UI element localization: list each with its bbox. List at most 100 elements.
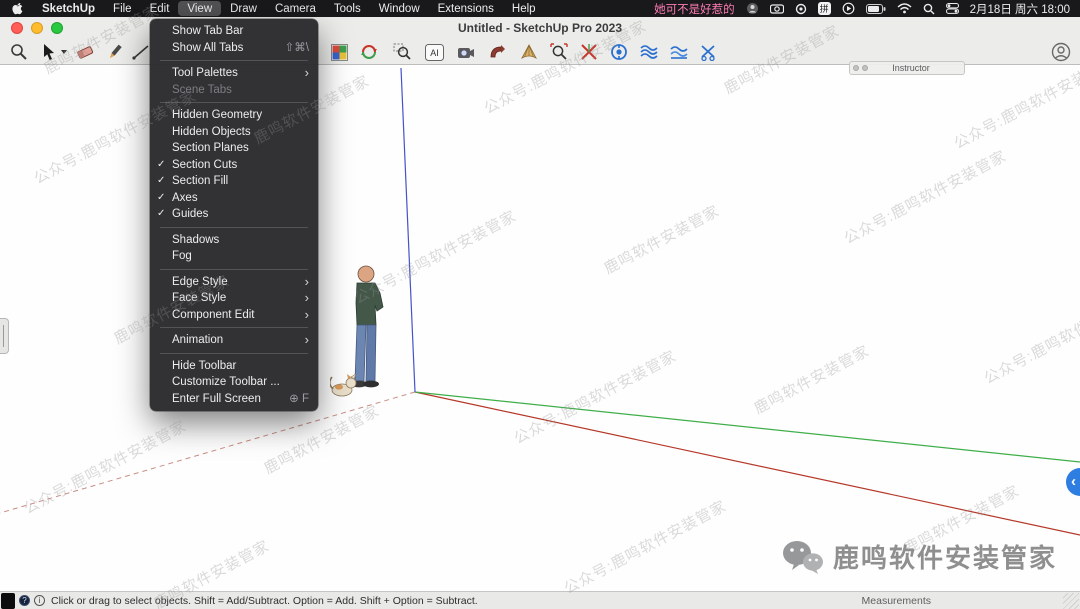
shell-tool-icon[interactable] — [518, 41, 540, 63]
user-circle-icon[interactable] — [746, 2, 759, 15]
menu-item-section-fill[interactable]: ✓Section Fill — [150, 173, 318, 190]
menu-separator — [160, 60, 308, 61]
chevron-left-icon: ‹ — [1071, 473, 1076, 490]
menu-item-guides[interactable]: ✓Guides — [150, 206, 318, 223]
menu-item-enter-full-screen[interactable]: Enter Full Screen⊕ F — [150, 391, 318, 408]
menu-item-hidden-geometry[interactable]: Hidden Geometry — [150, 107, 318, 124]
eraser-tool-icon[interactable] — [74, 41, 96, 63]
instructor-palette[interactable]: Instructor — [849, 61, 965, 75]
submenu-chevron-icon: › — [305, 65, 309, 80]
camera-icon[interactable] — [770, 3, 784, 14]
scale-figure-component[interactable] — [330, 263, 398, 402]
menubar-item-edit[interactable]: Edit — [141, 1, 179, 16]
submenu-chevron-icon: › — [305, 332, 309, 347]
zoom-extents-icon[interactable] — [548, 41, 570, 63]
checkmark-icon: ✓ — [157, 173, 165, 190]
menubar-item-draw[interactable]: Draw — [221, 1, 266, 16]
zoom-tool-icon[interactable] — [8, 41, 30, 63]
axis-red — [415, 392, 1080, 535]
apple-icon — [12, 2, 23, 15]
menu-separator — [160, 353, 308, 354]
position-camera-icon[interactable] — [455, 41, 477, 63]
screen: SketchUp File Edit View Draw Camera Tool… — [0, 0, 1080, 609]
submenu-chevron-icon: › — [305, 290, 309, 305]
shortcut-label: ⇧⌘\ — [285, 40, 309, 57]
axis-blue — [401, 68, 415, 392]
status-bar: ? i Click or drag to select objects. Shi… — [0, 591, 1080, 609]
materials-icon[interactable] — [328, 41, 350, 63]
menu-item-edge-style[interactable]: Edge Style› — [150, 274, 318, 291]
soften-edges-icon-b[interactable] — [668, 41, 690, 63]
soften-edges-icon-a[interactable] — [638, 41, 660, 63]
dark-corner-icon — [1, 593, 15, 609]
zoom-window-button[interactable] — [51, 22, 63, 34]
record-dot-icon[interactable] — [795, 3, 807, 15]
menu-separator — [160, 327, 308, 328]
pencil-tool-icon[interactable] — [104, 41, 126, 63]
menubar-item-extensions[interactable]: Extensions — [429, 1, 503, 16]
follow-me-icon[interactable] — [486, 41, 508, 63]
menubar-item-window[interactable]: Window — [370, 1, 429, 16]
line-tool-icon[interactable] — [130, 41, 152, 63]
menu-item-component-edit[interactable]: Component Edit› — [150, 307, 318, 324]
checkmark-icon: ✓ — [157, 206, 165, 223]
wifi-icon[interactable] — [897, 3, 912, 14]
menu-item-hidden-objects[interactable]: Hidden Objects — [150, 124, 318, 141]
help-icon[interactable]: ? — [19, 595, 30, 606]
select-tool-icon[interactable] — [38, 41, 60, 63]
menu-item-section-cuts[interactable]: ✓Section Cuts — [150, 157, 318, 174]
menu-item-animation[interactable]: Animation› — [150, 332, 318, 349]
menubar-item-help[interactable]: Help — [503, 1, 545, 16]
menu-item-section-planes[interactable]: Section Planes — [150, 140, 318, 157]
submenu-chevron-icon: › — [305, 274, 309, 289]
ai-assistant-icon[interactable]: AI — [423, 41, 445, 63]
menubar-item-camera[interactable]: Camera — [266, 1, 325, 16]
axes-tool-icon[interactable] — [578, 41, 600, 63]
spotlight-search-icon[interactable] — [923, 3, 935, 15]
screen-play-icon[interactable] — [842, 2, 855, 15]
now-playing-title[interactable]: 她可不是好惹的 — [654, 1, 735, 17]
view-menu-dropdown: Show Tab Bar Show All Tabs⇧⌘\ Tool Palet… — [150, 19, 318, 411]
measurements-label: Measurements — [862, 595, 931, 607]
close-window-button[interactable] — [11, 22, 23, 34]
menubar-item-file[interactable]: File — [104, 1, 141, 16]
minimize-window-button[interactable] — [31, 22, 43, 34]
apple-menu[interactable] — [0, 2, 33, 15]
section-cut-icon[interactable] — [698, 41, 720, 63]
menubar-item-tools[interactable]: Tools — [325, 1, 370, 16]
menubar-item-view[interactable]: View — [178, 1, 221, 16]
zoom-window-icon[interactable] — [391, 41, 413, 63]
section-plane-icon[interactable] — [608, 41, 630, 63]
status-message: Click or drag to select objects. Shift =… — [51, 595, 478, 607]
wechat-watermark-badge: 鹿鸣软件安装管家 — [782, 538, 1057, 575]
resize-grip[interactable] — [1063, 593, 1079, 609]
menubar-clock[interactable]: 2月18日 周六 18:00 — [970, 1, 1070, 17]
wechat-badge-text: 鹿鸣软件安装管家 — [833, 538, 1057, 575]
select-caret-icon[interactable] — [58, 41, 70, 63]
measurements-input[interactable] — [937, 594, 1057, 607]
menu-item-shadows[interactable]: Shadows — [150, 232, 318, 249]
checkmark-icon: ✓ — [157, 157, 165, 174]
checkmark-icon: ✓ — [157, 190, 165, 207]
cat-figure — [330, 374, 356, 396]
menu-item-tool-palettes[interactable]: Tool Palettes› — [150, 65, 318, 82]
menu-item-customize-toolbar[interactable]: Customize Toolbar ... — [150, 374, 318, 391]
menu-item-face-style[interactable]: Face Style› — [150, 290, 318, 307]
palette-close-button[interactable] — [853, 65, 859, 71]
menu-separator — [160, 227, 308, 228]
globe-f-shortcut: ⊕ F — [289, 391, 309, 408]
control-center-icon[interactable] — [946, 3, 959, 14]
menu-item-fog[interactable]: Fog — [150, 248, 318, 265]
battery-icon[interactable] — [866, 4, 886, 14]
left-panel-tab[interactable] — [0, 318, 9, 354]
menubar-item-sketchup[interactable]: SketchUp — [33, 1, 104, 16]
account-icon[interactable] — [1050, 41, 1072, 63]
pinyin-input-icon[interactable]: 拼 — [818, 2, 831, 15]
orbit-icon[interactable] — [358, 41, 380, 63]
menu-item-show-all-tabs[interactable]: Show All Tabs⇧⌘\ — [150, 40, 318, 57]
info-icon[interactable]: i — [34, 595, 45, 606]
ai-label: AI — [430, 48, 439, 58]
menu-item-axes[interactable]: ✓Axes — [150, 190, 318, 207]
menu-item-show-tab-bar[interactable]: Show Tab Bar — [150, 23, 318, 40]
menu-item-hide-toolbar[interactable]: Hide Toolbar — [150, 358, 318, 375]
